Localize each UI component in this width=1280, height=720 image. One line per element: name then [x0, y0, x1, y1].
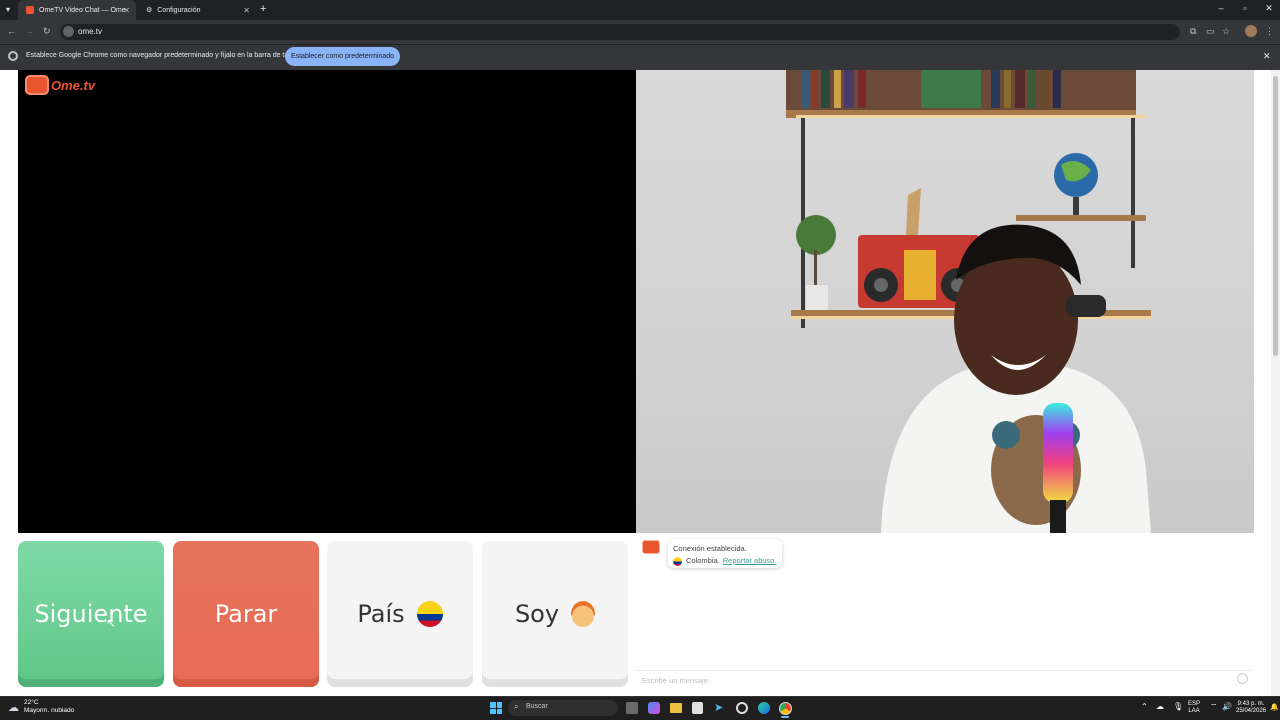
close-tab-icon[interactable]: ✕ [123, 6, 130, 15]
clock-time: 9:43 p. m. [1237, 701, 1265, 707]
ometv-chat-icon [642, 540, 660, 554]
mouse-cursor-icon: ↖ [106, 616, 117, 630]
chrome-icon [8, 51, 18, 61]
set-default-button[interactable]: Establecer como predeterminado [285, 47, 400, 66]
copilot-icon[interactable] [648, 702, 660, 714]
scrollbar-thumb[interactable] [1273, 76, 1278, 356]
volume-icon[interactable]: 🔊 [1222, 702, 1232, 711]
colombia-flag-icon [673, 556, 682, 566]
close-infobar-icon[interactable]: ✕ [1263, 51, 1271, 62]
close-tab-icon[interactable]: ✕ [243, 6, 250, 15]
country-button-label: País [357, 600, 405, 628]
notification-icon[interactable]: 🔔 [1270, 703, 1279, 711]
wifi-icon[interactable]: ⌔ [1210, 702, 1218, 712]
remote-video-scene [786, 70, 1151, 533]
weather-desc: Mayorm. nublado [24, 707, 75, 714]
logo-text: Ome.tv [51, 77, 96, 93]
maximize-button[interactable]: ▫ [1238, 3, 1252, 13]
boy-avatar-icon [571, 601, 596, 627]
address-bar[interactable] [60, 24, 1180, 40]
tab-label: OmeTV Video Chat — Ome [39, 6, 126, 14]
menu-icon[interactable]: ⋮ [1265, 26, 1274, 37]
chat-message: Conexión establecida. Colombia. Reportar… [668, 539, 782, 568]
tab-settings[interactable]: ⚙ Configuración ✕ [138, 0, 256, 20]
colombia-flag-icon [416, 601, 443, 627]
minimize-button[interactable]: – [1214, 3, 1228, 13]
tv-logo-icon [25, 75, 49, 95]
site-info-icon[interactable] [63, 26, 74, 37]
close-window-button[interactable]: ✕ [1262, 3, 1276, 14]
cast-icon[interactable]: ▭ [1206, 26, 1215, 37]
stop-button-label: Parar [214, 600, 278, 628]
back-icon[interactable]: ← [7, 26, 16, 36]
ometv-favicon-icon [26, 6, 34, 14]
gender-button-label: Soy [514, 600, 560, 628]
next-button[interactable]: Siguiente [18, 541, 164, 687]
next-button-label: Siguiente [34, 600, 148, 628]
store-icon[interactable] [692, 702, 703, 714]
telegram-icon[interactable]: ➤ [714, 701, 723, 714]
connection-status: Conexión establecida. [673, 544, 747, 553]
chrome-taskbar-icon[interactable] [779, 702, 792, 715]
lang-layout: LAA [1188, 708, 1200, 714]
ometv-logo: Ome.tv [25, 75, 95, 95]
clock[interactable]: 9:43 p. m. 25/04/2026 [1236, 701, 1266, 715]
clock-date: 25/04/2026 [1236, 708, 1267, 714]
new-tab-button[interactable]: + [260, 3, 266, 15]
weather-cloud-icon: ☁ [8, 702, 19, 714]
lang-code: ESP [1188, 701, 1201, 707]
tab-label: Configuración [157, 6, 201, 14]
remote-video [636, 70, 1254, 533]
taskbar-search[interactable]: Buscar [508, 700, 618, 716]
taskbar [0, 696, 1280, 720]
file-explorer-icon[interactable] [670, 703, 682, 713]
report-abuse-link[interactable]: Reportar abuso. [723, 555, 777, 567]
bookmark-star-icon[interactable]: ☆ [1222, 26, 1230, 37]
profile-avatar[interactable] [1245, 25, 1257, 37]
stop-button[interactable]: Parar [173, 541, 319, 687]
weather-temp: 22°C [24, 699, 39, 706]
language-indicator[interactable]: ESP LAA [1188, 701, 1200, 715]
emoji-icon[interactable] [1237, 673, 1248, 684]
microphone-icon[interactable]: 🎙 [1173, 702, 1183, 711]
task-view-icon[interactable] [626, 702, 638, 714]
local-video [18, 70, 636, 533]
active-app-indicator [781, 716, 789, 718]
country-button[interactable]: País [327, 541, 473, 687]
tab-search-icon[interactable]: ▾ [6, 5, 10, 14]
chat-input[interactable]: Escribe un mensaje [636, 670, 1254, 688]
gender-button[interactable]: Soy [482, 541, 628, 687]
tab-ometv[interactable]: OmeTV Video Chat — Ome ✕ [18, 0, 136, 20]
reload-icon[interactable]: ↻ [43, 26, 51, 37]
gear-icon: ⚙ [146, 7, 153, 14]
search-label: Buscar [526, 703, 548, 710]
url-text[interactable]: ome.tv [78, 27, 102, 36]
openai-icon[interactable] [736, 702, 748, 714]
search-icon: ⌕ [514, 702, 519, 711]
tray-overflow-icon[interactable]: ⌃ [1141, 702, 1148, 711]
edge-icon[interactable] [758, 702, 770, 714]
translate-icon[interactable]: ⧉ [1190, 26, 1196, 37]
weather-widget[interactable]: 22°C Mayorm. nublado [24, 699, 74, 715]
infobar-text: Establece Google Chrome como navegador p… [26, 52, 302, 59]
forward-icon[interactable]: → [25, 26, 34, 36]
partner-country: Colombia. [686, 556, 720, 565]
cloud-tray-icon[interactable]: ☁ [1156, 702, 1164, 711]
windows-start-icon[interactable] [490, 702, 502, 714]
